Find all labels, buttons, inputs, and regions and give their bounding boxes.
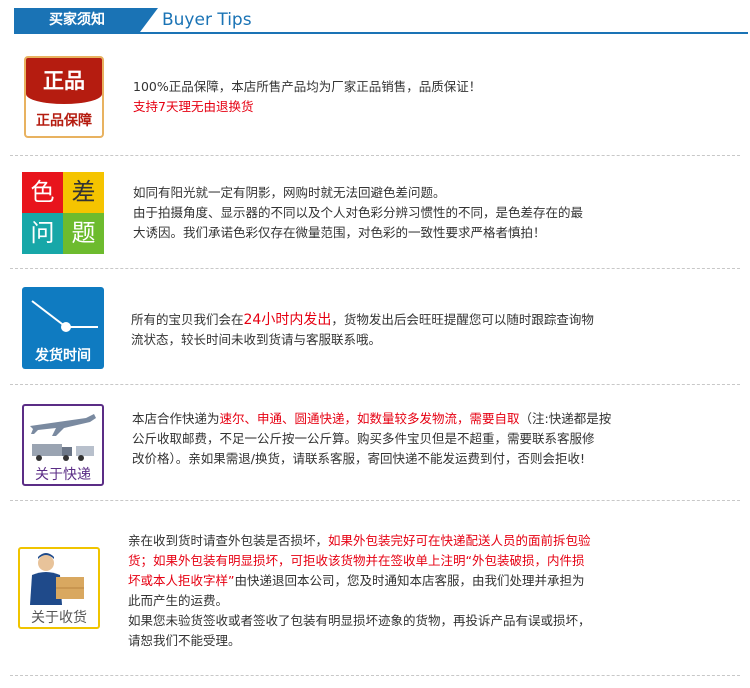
color-line1: 如同有阳光就一定有阴影，网购时就无法回避色差问题。 [133,185,446,200]
section-authentic-text: 100%正品保障，本店所售产品均为厂家正品销售，品质保证！ 支持7天理无由退换货 [133,77,481,117]
section-divider [10,384,740,385]
courier-graphic [30,553,84,605]
color-cell-teal: 问 [22,213,63,254]
shipping-24h: 24小时内发出 [243,312,332,328]
receiving-line1: 亲在收到货时请查外包装是否损坏，如果外包装完好可在快递配送人员的面前拆包验 [128,531,591,551]
authentic-badge-icon: 正品 正品保障 [24,56,104,138]
express-line3: 改价格）。亲如果需退/换货，请联系客服，寄回快递不能发运费到付，否则会拒收! [132,451,585,466]
courier-person-icon: 关于收货 [18,547,100,629]
color-line3: 大诱因。我们承诺色彩仅存在微量范围，对色彩的一致性要求严格者慎拍！ [133,225,546,240]
shipping-line2: 流状态，较长时间未收到货请与客服联系哦。 [131,332,382,347]
authentic-return-policy: 支持7天理无由退换货 [133,99,254,114]
receiving-line2: 货；如果外包装有明显损坏，可拒收该货物并在签收单上注明“外包装破损，内件损 [128,553,585,568]
shipping-line1: 所有的宝贝我们会在24小时内发出，货物发出后会旺旺提醒您可以随时跟踪查询物 [131,310,594,330]
color-line2: 由于拍摄角度、显示器的不同以及个人对色彩分辨习惯性的不同，是色差存在的最 [133,205,584,220]
authentic-badge-top-text: 正品 [26,58,102,104]
section-color-text: 如同有阳光就一定有阴影，网购时就无法回避色差问题。 由于拍摄角度、显示器的不同以… [133,183,583,243]
receiving-line1-a: 亲在收到货时请查外包装是否损坏， [128,533,329,548]
express-line1-b: （注:快递都是按 [519,411,612,426]
section-divider [10,268,740,269]
header-tab-tail [140,8,158,32]
express-line2: 公斤收取邮费，不足一公斤按一公斤算。购买多件宝贝但是不超重，需要联系客服修 [132,431,595,446]
authentic-badge-label: 正品保障 [36,113,92,129]
express-line1-a: 本店合作快递为 [132,411,220,426]
receiving-line1-red: 如果外包装完好可在快递配送人员的面前拆包验 [328,533,591,548]
express-line1: 本店合作快递为速尔、申通、圆通快递，如数量较多发物流，需要自取（注:快递都是按 [132,409,611,429]
airplane-truck-icon: 关于快递 [22,404,104,486]
color-cell-red: 色 [22,172,63,213]
header-title: Buyer Tips [162,10,252,30]
shipping-time-label: 发货时间 [35,348,91,364]
express-carriers: 速尔、申通、圆通快递，如数量较多发物流，需要自取 [219,411,520,426]
section-divider [10,155,740,156]
receiving-line3-b: 由快递退回本公司，您及时通知本店客服，由我们处理并承担为 [234,573,585,588]
color-cell-green: 题 [63,213,104,254]
section-divider [10,500,740,501]
color-cell-yellow: 差 [63,172,104,213]
receiving-line4: 此而产生的运费。 [128,593,229,608]
header-tab: 买家须知 [14,8,140,32]
section-divider [10,675,740,676]
shipping-line1-a: 所有的宝贝我们会在 [131,312,244,327]
section-receiving-text: 亲在收到货时请查外包装是否损坏，如果外包装完好可在快递配送人员的面前拆包验 货；… [128,531,591,651]
clock-icon: 发货时间 [22,287,104,369]
color-difference-icon: 色 差 问 题 [22,172,104,254]
about-express-label: 关于快递 [35,467,91,483]
about-receiving-label: 关于收货 [31,610,87,626]
airplane-truck-graphic [30,414,96,461]
authentic-line1: 100%正品保障，本店所售产品均为厂家正品销售，品质保证！ [133,79,482,94]
buyer-tips-header: 买家须知 Buyer Tips [14,8,748,36]
section-express-text: 本店合作快递为速尔、申通、圆通快递，如数量较多发物流，需要自取（注:快递都是按 … [132,409,611,469]
section-shipping-text: 所有的宝贝我们会在24小时内发出，货物发出后会旺旺提醒您可以随时跟踪查询物 流状… [131,310,594,350]
receiving-line3-red: 坏或本人拒收字样” [128,573,235,588]
receiving-line6: 请恕我们不能受理。 [128,633,241,648]
header-underline [14,32,748,34]
shipping-line1-b: ，货物发出后会旺旺提醒您可以随时跟踪查询物 [331,312,594,327]
receiving-line5: 如果您未验货签收或者签收了包装有明显损坏迹象的货物，再投诉产品有误或损坏， [128,613,591,628]
receiving-line3: 坏或本人拒收字样”由快递退回本公司，您及时通知本店客服，由我们处理并承担为 [128,571,591,591]
